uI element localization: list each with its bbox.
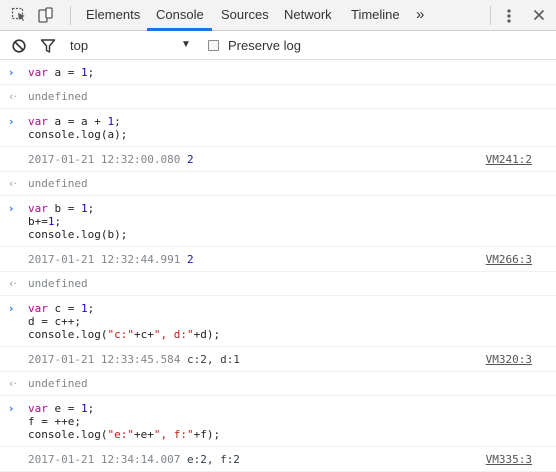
- string-literal: "e:": [107, 428, 134, 441]
- console-result-entry: ‹· undefined: [0, 85, 556, 109]
- code-line: var a = a + 1;: [28, 115, 121, 128]
- input-code: var a = 1;: [0, 60, 556, 84]
- console-filter-bar: top ▼ Preserve log: [0, 31, 556, 60]
- code-line: f = ++e;: [28, 415, 81, 428]
- result-value: undefined: [28, 377, 88, 390]
- console-result-entry: ‹· undefined: [0, 172, 556, 196]
- code-line: console.log(b);: [28, 228, 128, 241]
- number-literal: 1: [81, 66, 88, 79]
- toolbar-divider: [70, 6, 71, 25]
- code-line: d = c++;: [28, 315, 81, 328]
- input-prompt-icon: ›: [9, 302, 14, 315]
- tab-timeline[interactable]: Timeline: [351, 0, 400, 30]
- console-log-entry: 2017-01-21 12:34:14.007 e:2, f:2 VM335:3: [0, 447, 556, 472]
- keyword: var: [28, 66, 48, 79]
- log-timestamp: 2017-01-21 12:33:45.584: [28, 353, 181, 366]
- code-line: console.log("c:"+c+", d:"+d);: [28, 328, 221, 341]
- inspect-element-icon[interactable]: [11, 7, 27, 23]
- number-literal: 1: [107, 115, 115, 128]
- input-code: var c = 1; d = c++; console.log("c:"+c+", …: [0, 296, 556, 346]
- console-log-entry: 2017-01-21 12:32:00.080 2 VM241:2: [0, 147, 556, 172]
- dropdown-arrow-icon[interactable]: ▼: [181, 39, 191, 50]
- number-literal: 1: [47, 215, 55, 228]
- console-input-entry: › var a = 1;: [0, 60, 556, 85]
- log-source-link[interactable]: VM320:3: [486, 353, 532, 366]
- filter-icon[interactable]: [40, 38, 56, 54]
- input-prompt-icon: ›: [9, 66, 14, 79]
- result-value: undefined: [28, 277, 88, 290]
- log-value: 2: [186, 253, 194, 266]
- console-result-entry: ‹· undefined: [0, 372, 556, 396]
- console-input-entry: › var a = a + 1; console.log(a);: [0, 109, 556, 147]
- devtools-tab-bar: Elements Console Sources Network Timelin…: [0, 0, 556, 31]
- input-code: var b = 1; b+=1; console.log(b);: [0, 196, 556, 246]
- number-literal: 1: [81, 402, 88, 415]
- tab-elements[interactable]: Elements: [86, 0, 140, 30]
- console-log-entry: 2017-01-21 12:33:45.584 c:2, d:1 VM320:3: [0, 347, 556, 372]
- log-value: c:2, d:1: [186, 353, 240, 366]
- input-code: var a = a + 1; console.log(a);: [0, 109, 556, 146]
- result-arrow-icon: ‹·: [9, 90, 17, 103]
- code-line: console.log(a);: [28, 128, 128, 141]
- log-source-link[interactable]: VM335:3: [486, 453, 532, 466]
- close-icon[interactable]: [531, 7, 547, 23]
- log-timestamp: 2017-01-21 12:32:44.991: [28, 253, 181, 266]
- input-prompt-icon: ›: [9, 402, 14, 415]
- string-literal: ", f:": [153, 428, 194, 441]
- log-value: 2: [186, 153, 194, 166]
- string-literal: ", d:": [153, 328, 194, 341]
- log-source-link[interactable]: VM266:3: [486, 253, 532, 266]
- code-line: var c = 1;: [28, 302, 95, 315]
- result-arrow-icon: ‹·: [9, 377, 17, 390]
- result-arrow-icon: ‹·: [9, 277, 17, 290]
- tab-sources[interactable]: Sources: [221, 0, 269, 30]
- log-value: e:2, f:2: [186, 453, 240, 466]
- console-log-entry: 2017-01-21 12:32:44.991 2 VM266:3: [0, 247, 556, 272]
- tab-network[interactable]: Network: [284, 0, 332, 30]
- preserve-log-label[interactable]: Preserve log: [228, 38, 301, 53]
- code-line: var a = 1;: [28, 66, 95, 79]
- log-timestamp: 2017-01-21 12:34:14.007: [28, 453, 181, 466]
- keyword: var: [28, 302, 48, 315]
- more-tabs-chevron-icon[interactable]: »: [416, 6, 424, 24]
- console-input-entry: › var b = 1; b+=1; console.log(b);: [0, 196, 556, 247]
- keyword: var: [28, 115, 48, 128]
- result-arrow-icon: ‹·: [9, 177, 17, 190]
- console-messages: › var a = 1; ‹· undefined › var a = a + 1; con…: [0, 60, 556, 472]
- toolbar-divider: [490, 6, 491, 25]
- input-code: var e = 1; f = ++e; console.log("e:"+e+", …: [0, 396, 556, 446]
- console-input-entry: › var c = 1; d = c++; console.log("c:"+c+",…: [0, 296, 556, 347]
- clear-console-icon[interactable]: [11, 38, 27, 54]
- console-input-entry: › var e = 1; f = ++e; console.log("e:"+e+",…: [0, 396, 556, 447]
- preserve-log-checkbox[interactable]: [208, 40, 219, 51]
- customize-menu-icon[interactable]: [503, 8, 515, 24]
- context-selector[interactable]: top: [70, 38, 88, 53]
- console-result-entry: ‹· undefined: [0, 272, 556, 296]
- result-value: undefined: [28, 177, 88, 190]
- tab-console[interactable]: Console: [156, 0, 204, 30]
- code-line: var e = 1;: [28, 402, 95, 415]
- input-prompt-icon: ›: [9, 202, 14, 215]
- code-line: b+=1;: [28, 215, 62, 228]
- device-toolbar-icon[interactable]: [38, 7, 54, 23]
- input-prompt-icon: ›: [9, 115, 14, 128]
- result-value: undefined: [28, 90, 88, 103]
- log-source-link[interactable]: VM241:2: [486, 153, 532, 166]
- string-literal: "c:": [107, 328, 134, 341]
- code-line: var b = 1;: [28, 202, 95, 215]
- log-timestamp: 2017-01-21 12:32:00.080: [28, 153, 181, 166]
- number-literal: 1: [81, 302, 88, 315]
- keyword: var: [28, 202, 48, 215]
- keyword: var: [28, 402, 48, 415]
- number-literal: 1: [81, 202, 88, 215]
- code-line: console.log("e:"+e+", f:"+f);: [28, 428, 221, 441]
